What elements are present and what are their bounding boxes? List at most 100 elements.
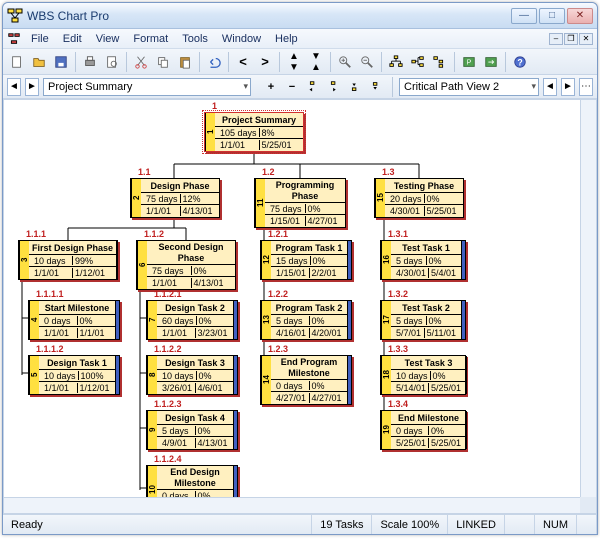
node-end: 5/25/01 (429, 438, 463, 448)
menu-edit[interactable]: Edit (57, 31, 88, 47)
node-duration: 0 days (274, 381, 310, 390)
wbs-node-5[interactable]: 1.1.1.25Design Task 110 days100%1/1/011/… (28, 355, 120, 395)
indent-button[interactable] (324, 77, 344, 97)
outdent-button[interactable] (303, 77, 323, 97)
wbs-node-19[interactable]: 1.3.419End Milestone0 days0%5/25/015/25/… (380, 410, 466, 450)
node-pct: 0% (78, 316, 113, 325)
svg-text:P: P (467, 59, 472, 66)
mdi-close-button[interactable]: ✕ (579, 33, 593, 45)
menu-tools[interactable]: Tools (176, 31, 214, 47)
mdi-minimize-button[interactable]: – (549, 33, 563, 45)
wbs-node-3[interactable]: 1.1.13First Design Phase10 days99%1/1/01… (18, 240, 118, 280)
view-more-button[interactable]: ⋯ (579, 78, 593, 96)
menu-view[interactable]: View (90, 31, 126, 47)
wbs-code: 1.2 (262, 167, 275, 177)
help-button[interactable]: ? (510, 52, 530, 72)
wbs-node-11[interactable]: 1.211Programming Phase75 days0%1/15/014/… (254, 178, 346, 228)
node-pct: 0% (197, 316, 230, 325)
view-next-button[interactable]: ► (561, 78, 575, 96)
mdi-restore-button[interactable]: ❐ (564, 33, 578, 45)
node-end: 5/4/01 (429, 268, 458, 278)
vertical-scrollbar[interactable] (580, 100, 596, 497)
next-button[interactable]: > (255, 52, 275, 72)
wbs-code: 1.2.1 (268, 229, 288, 239)
tree-list-button[interactable] (430, 52, 450, 72)
undo-button[interactable] (204, 52, 224, 72)
menu-help[interactable]: Help (269, 31, 304, 47)
preview-button[interactable] (102, 52, 122, 72)
zoom-out-button[interactable] (357, 52, 377, 72)
wbs-node-16[interactable]: 1.3.116Test Task 15 days0%4/30/015/4/01 (380, 240, 466, 280)
node-pct: 0% (192, 266, 233, 275)
menu-file[interactable]: File (25, 31, 55, 47)
node-end: 2/2/01 (310, 268, 345, 278)
cut-button[interactable] (131, 52, 151, 72)
wbs-node-8[interactable]: 1.1.2.28Design Task 310 days0%3/26/014/6… (146, 355, 238, 395)
node-end: 5/25/01 (425, 206, 461, 216)
node-id: 4 (29, 301, 39, 339)
statusbar: Ready 19 Tasks Scale 100% LINKED NUM (3, 514, 597, 534)
view-prev-button[interactable]: ◄ (543, 78, 557, 96)
move-up-button[interactable] (345, 77, 365, 97)
node-name: Design Task 4 (157, 411, 233, 425)
wbs-code: 1.3.4 (388, 399, 408, 409)
save-button[interactable] (51, 52, 71, 72)
node-pct: 0% (427, 316, 459, 325)
node-start: 1/1/01 (218, 140, 260, 150)
wbs-node-14[interactable]: 1.2.314End Program Milestone0 days0%4/27… (260, 355, 352, 405)
node-name: End Milestone (391, 411, 466, 425)
add-button[interactable]: + (261, 77, 281, 97)
node-duration: 5 days (160, 426, 196, 435)
menu-window[interactable]: Window (216, 31, 267, 47)
wbs-code: 1.1.1.2 (36, 344, 64, 354)
nav-next-button[interactable]: ► (25, 78, 39, 96)
node-pct: 12% (181, 194, 216, 203)
new-button[interactable] (7, 52, 27, 72)
collapse-button[interactable]: ▼▲ (306, 52, 326, 72)
link-msp-button[interactable]: P (459, 52, 479, 72)
tree-h-button[interactable] (408, 52, 428, 72)
horizontal-scrollbar[interactable] (4, 497, 580, 513)
move-down-button[interactable] (366, 77, 386, 97)
zoom-in-button[interactable] (335, 52, 355, 72)
wbs-node-1[interactable]: 11Project Summary105 days8%1/1/015/25/01 (204, 112, 304, 152)
maximize-button[interactable]: □ (539, 8, 565, 24)
titlebar[interactable]: WBS Chart Pro — □ ✕ (3, 3, 597, 29)
goto-msp-button[interactable] (481, 52, 501, 72)
paste-button[interactable] (175, 52, 195, 72)
wbs-node-4[interactable]: 1.1.1.14Start Milestone0 days0%1/1/011/1… (28, 300, 120, 340)
node-id: 5 (29, 356, 39, 394)
chart-canvas[interactable]: 11Project Summary105 days8%1/1/015/25/01… (3, 99, 597, 514)
wbs-node-6[interactable]: 1.1.26Second Design Phase75 days0%1/1/01… (136, 240, 236, 290)
node-end: 4/27/01 (310, 393, 345, 403)
wbs-node-18[interactable]: 1.3.318Test Task 310 days0%5/14/015/25/0… (380, 355, 466, 395)
node-name: First Design Phase (29, 241, 116, 255)
node-start: 5/7/01 (394, 328, 425, 338)
wbs-node-2[interactable]: 1.12Design Phase75 days12%1/1/014/13/01 (130, 178, 220, 218)
expand-button[interactable]: ▲▼ (284, 52, 304, 72)
open-button[interactable] (29, 52, 49, 72)
close-button[interactable]: ✕ (567, 8, 593, 24)
copy-button[interactable] (153, 52, 173, 72)
wbs-node-12[interactable]: 1.2.112Program Task 115 days0%1/15/012/2… (260, 240, 352, 280)
wbs-node-9[interactable]: 1.1.2.39Design Task 45 days0%4/9/014/13/… (146, 410, 238, 450)
status-tasks: 19 Tasks (312, 515, 372, 534)
wbs-node-13[interactable]: 1.2.213Program Task 25 days0%4/16/014/20… (260, 300, 352, 340)
remove-button[interactable]: − (282, 77, 302, 97)
node-pct: 0% (425, 194, 460, 203)
tree-v-button[interactable] (386, 52, 406, 72)
node-pct: 0% (196, 426, 231, 435)
wbs-node-17[interactable]: 1.3.217Test Task 25 days0%5/7/015/11/01 (380, 300, 466, 340)
minimize-button[interactable]: — (511, 8, 537, 24)
task-selector[interactable]: Project Summary (43, 78, 251, 96)
node-start: 4/27/01 (274, 393, 310, 403)
print-button[interactable] (80, 52, 100, 72)
prev-button[interactable]: < (233, 52, 253, 72)
view-selector[interactable]: Critical Path View 2 (399, 78, 539, 96)
node-duration: 10 days (394, 371, 431, 380)
node-start: 5/14/01 (394, 383, 429, 393)
wbs-node-15[interactable]: 1.315Testing Phase20 days0%4/30/015/25/0… (374, 178, 464, 218)
wbs-node-7[interactable]: 1.1.2.17Design Task 260 days0%1/1/013/23… (146, 300, 238, 340)
menu-format[interactable]: Format (127, 31, 174, 47)
nav-prev-button[interactable]: ◄ (7, 78, 21, 96)
